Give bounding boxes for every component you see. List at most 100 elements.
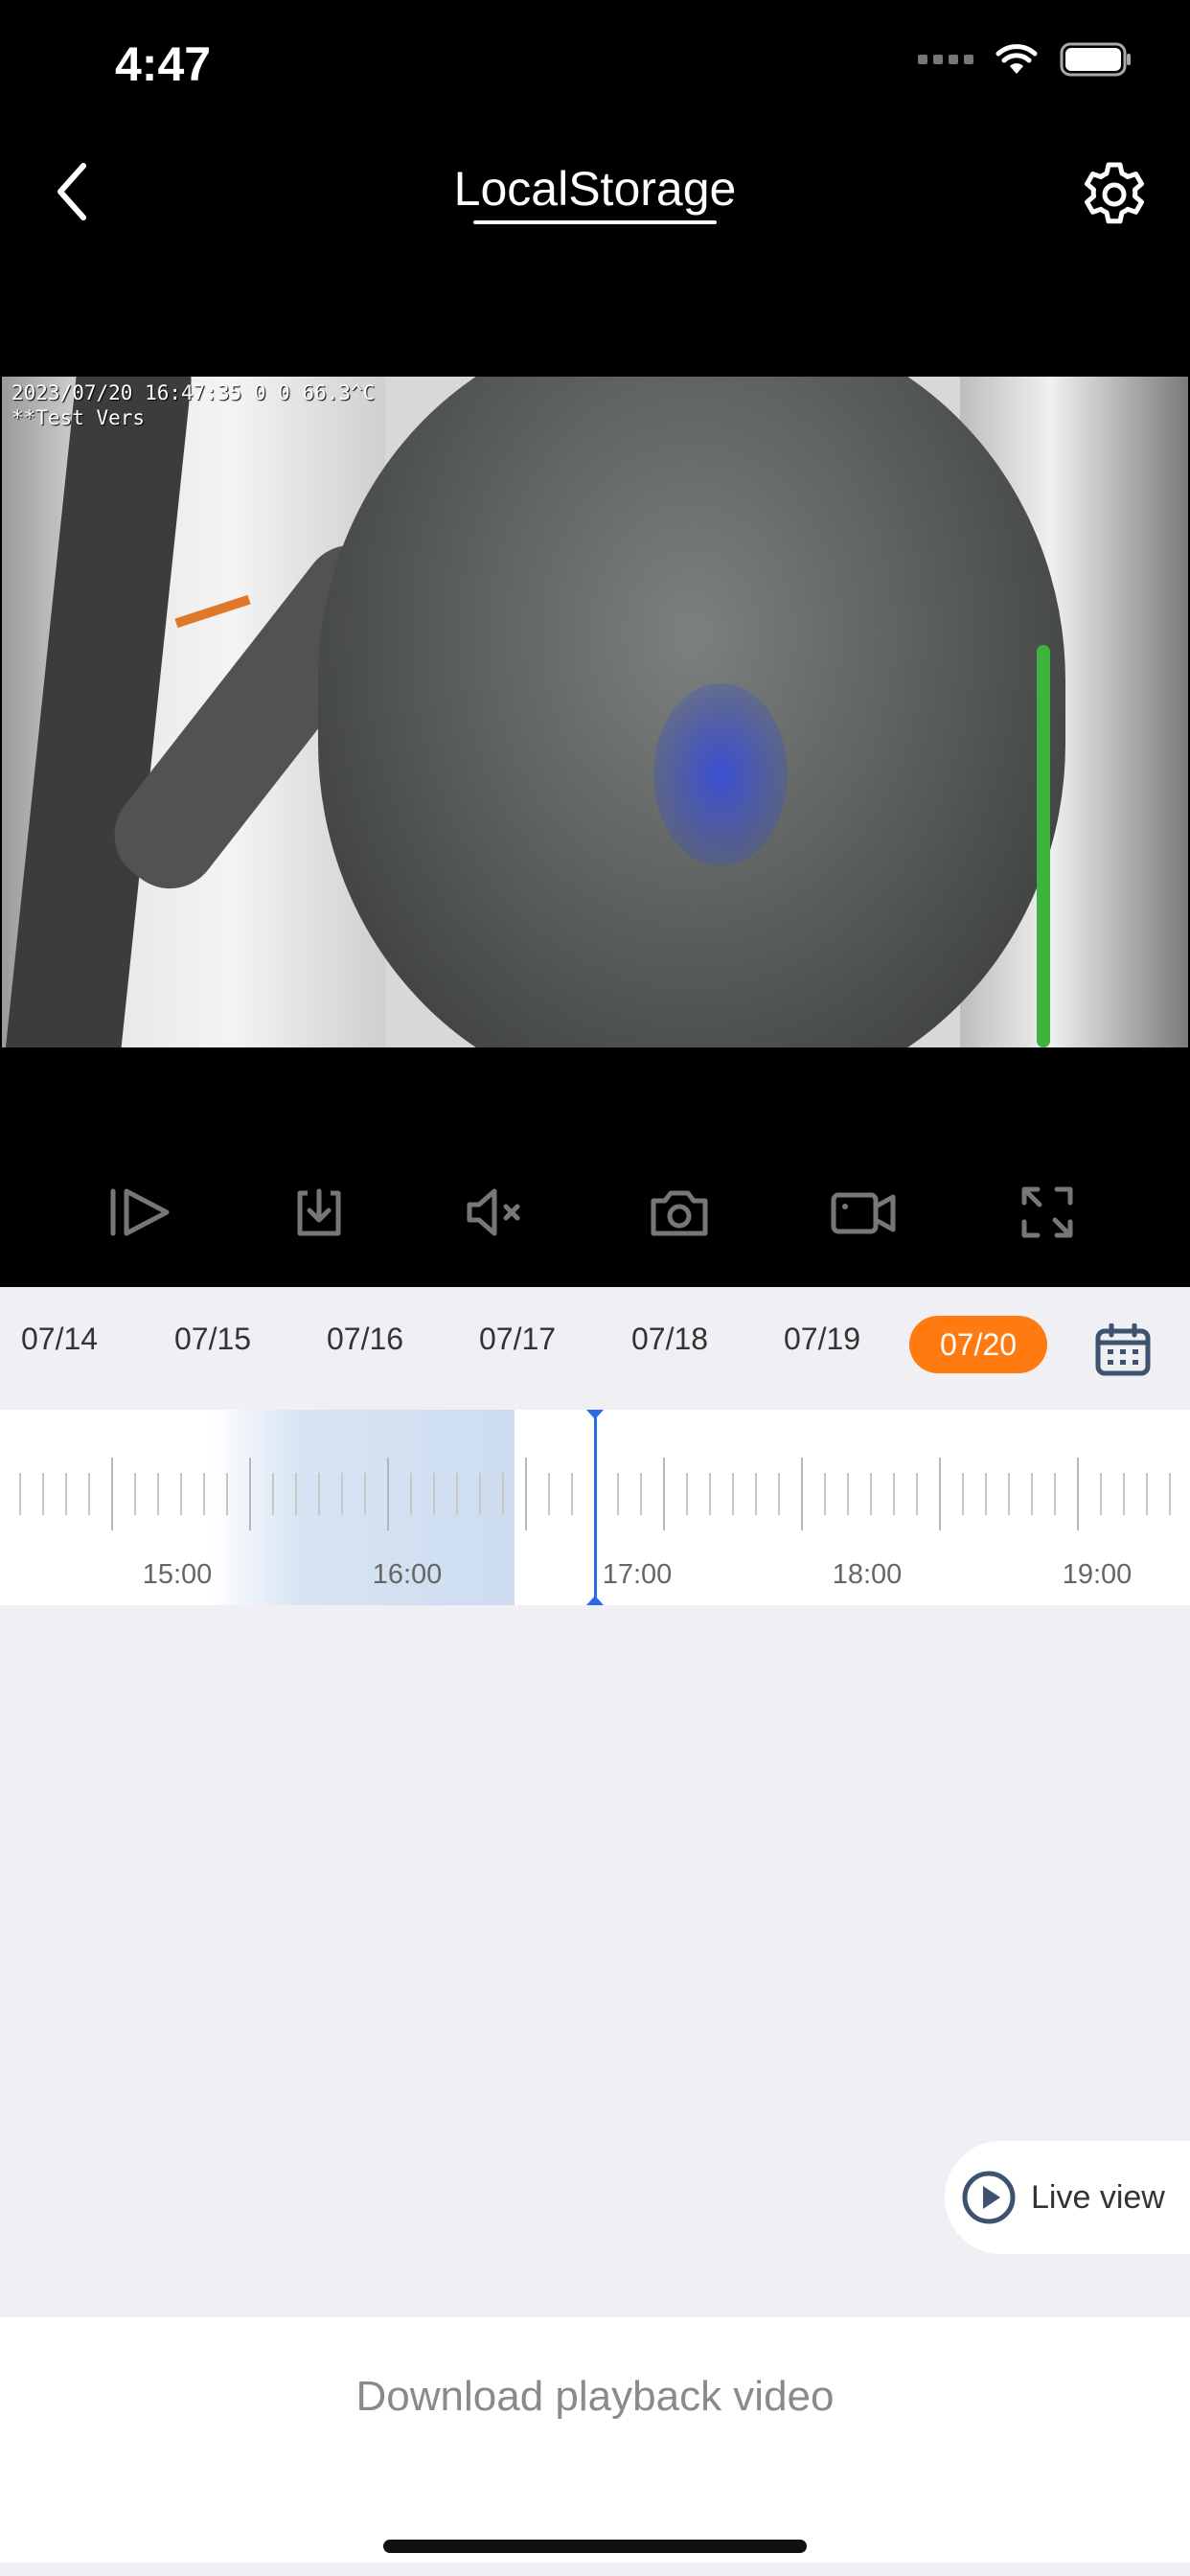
video-osd: 2023/07/20 16:47:35 0 0 66.3^C **Test Ve… bbox=[11, 380, 375, 430]
calendar-icon bbox=[1095, 1322, 1151, 1376]
timeline-label-1500: 15:00 bbox=[142, 1559, 213, 1590]
date-0714[interactable]: 07/14 bbox=[21, 1322, 98, 1357]
playback-controls bbox=[0, 1169, 1190, 1255]
timeline-tick bbox=[203, 1473, 205, 1515]
battery-icon bbox=[1060, 42, 1131, 77]
date-0720-selected[interactable]: 07/20 bbox=[909, 1316, 1047, 1373]
mute-button[interactable] bbox=[452, 1169, 538, 1255]
wifi-icon bbox=[995, 44, 1038, 74]
timeline-tick bbox=[272, 1473, 274, 1515]
timeline-tick bbox=[755, 1473, 757, 1515]
date-0715[interactable]: 07/15 bbox=[174, 1322, 251, 1357]
playback-timeline[interactable]: 15:00 16:00 17:00 18:00 19:00 bbox=[0, 1410, 1190, 1605]
timeline-tick bbox=[686, 1473, 688, 1515]
timeline-tick bbox=[180, 1473, 182, 1515]
timeline-tick bbox=[1008, 1473, 1010, 1515]
download-button[interactable] bbox=[276, 1169, 362, 1255]
video-blue-spot bbox=[653, 683, 788, 865]
live-view-button[interactable]: Live view bbox=[945, 2141, 1190, 2254]
date-0719[interactable]: 07/19 bbox=[784, 1322, 860, 1357]
timeline-major-tick bbox=[939, 1458, 941, 1530]
title-underline bbox=[473, 220, 717, 224]
timeline-tick bbox=[364, 1473, 366, 1515]
fullscreen-button[interactable] bbox=[1004, 1169, 1090, 1255]
timeline-tick bbox=[134, 1473, 136, 1515]
timeline-tick bbox=[1123, 1473, 1125, 1515]
timeline-major-tick bbox=[663, 1458, 665, 1530]
status-time: 4:47 bbox=[115, 37, 212, 91]
timeline-tick bbox=[88, 1473, 90, 1515]
record-video-icon bbox=[831, 1192, 896, 1234]
timeline-tick bbox=[479, 1473, 481, 1515]
timeline-tick bbox=[847, 1473, 849, 1515]
video-osd-version: **Test Vers bbox=[11, 406, 146, 429]
timeline-label-1700: 17:00 bbox=[602, 1559, 673, 1590]
timeline-tick bbox=[1100, 1473, 1102, 1515]
record-button[interactable] bbox=[820, 1169, 906, 1255]
timeline-tick bbox=[893, 1473, 895, 1515]
playback-video[interactable]: 2023/07/20 16:47:35 0 0 66.3^C **Test Ve… bbox=[2, 377, 1188, 1047]
timeline-tick bbox=[157, 1473, 159, 1515]
timeline-tick bbox=[1031, 1473, 1033, 1515]
timeline-tick bbox=[341, 1473, 343, 1515]
timeline-cursor-top bbox=[586, 1410, 604, 1419]
snapshot-button[interactable] bbox=[636, 1169, 722, 1255]
status-icons bbox=[918, 42, 1133, 77]
video-green-strip bbox=[1037, 645, 1050, 1047]
timeline-label-1800: 18:00 bbox=[832, 1559, 903, 1590]
timeline-tick bbox=[962, 1473, 964, 1515]
timeline-label-1900: 19:00 bbox=[1062, 1559, 1133, 1590]
timeline-tick bbox=[732, 1473, 734, 1515]
home-indicator bbox=[383, 2540, 807, 2553]
recorded-segment bbox=[211, 1410, 515, 1605]
timeline-tick bbox=[640, 1473, 642, 1515]
timeline-tick bbox=[410, 1473, 412, 1515]
video-osd-timestamp: 2023/07/20 16:47:35 0 0 66.3^C bbox=[11, 381, 376, 404]
date-0717[interactable]: 07/17 bbox=[479, 1322, 556, 1357]
timeline-tick bbox=[778, 1473, 780, 1515]
play-icon bbox=[110, 1188, 170, 1236]
play-button[interactable] bbox=[98, 1169, 184, 1255]
timeline-tick bbox=[456, 1473, 458, 1515]
timeline-tick bbox=[548, 1473, 550, 1515]
date-0716[interactable]: 07/16 bbox=[327, 1322, 403, 1357]
timeline-tick bbox=[19, 1473, 21, 1515]
gear-icon bbox=[1085, 162, 1144, 224]
timeline-tick bbox=[985, 1473, 987, 1515]
timeline-major-tick bbox=[387, 1458, 389, 1530]
cellular-signal-icon bbox=[918, 55, 973, 64]
timeline-tick bbox=[824, 1473, 826, 1515]
timeline-label-1600: 16:00 bbox=[372, 1559, 443, 1590]
page-title: LocalStorage bbox=[453, 162, 737, 216]
timeline-major-tick bbox=[111, 1458, 113, 1530]
timeline-major-tick bbox=[525, 1458, 527, 1530]
timeline-tick bbox=[870, 1473, 872, 1515]
timeline-tick bbox=[295, 1473, 297, 1515]
date-0718[interactable]: 07/18 bbox=[631, 1322, 708, 1357]
play-circle-icon bbox=[962, 2171, 1016, 2224]
timeline-major-tick bbox=[249, 1458, 251, 1530]
timeline-tick bbox=[433, 1473, 435, 1515]
download-playback-button[interactable]: Download playback video bbox=[0, 2373, 1190, 2421]
live-view-label: Live view bbox=[1031, 2178, 1165, 2216]
mute-icon bbox=[467, 1188, 520, 1236]
calendar-button[interactable] bbox=[1094, 1322, 1152, 1377]
download-icon bbox=[297, 1188, 341, 1236]
timeline-tick bbox=[502, 1473, 504, 1515]
timeline-tick bbox=[318, 1473, 320, 1515]
timeline-major-tick bbox=[1077, 1458, 1079, 1530]
timeline-tick bbox=[916, 1473, 918, 1515]
timeline-tick bbox=[617, 1473, 619, 1515]
settings-button[interactable] bbox=[1073, 153, 1156, 236]
timeline-major-tick bbox=[801, 1458, 803, 1530]
timeline-cursor[interactable] bbox=[594, 1410, 597, 1605]
date-selector: 07/14 07/15 07/16 07/17 07/18 07/19 07/2… bbox=[0, 1287, 1190, 1410]
timeline-tick bbox=[1054, 1473, 1056, 1515]
timeline-tick bbox=[226, 1473, 228, 1515]
timeline-cursor-bottom bbox=[586, 1596, 604, 1605]
camera-icon bbox=[651, 1190, 708, 1236]
fullscreen-icon bbox=[1021, 1186, 1073, 1238]
timeline-tick bbox=[709, 1473, 711, 1515]
timeline-tick bbox=[1146, 1473, 1148, 1515]
bottom-action-bar: Download playback video bbox=[0, 2317, 1190, 2563]
